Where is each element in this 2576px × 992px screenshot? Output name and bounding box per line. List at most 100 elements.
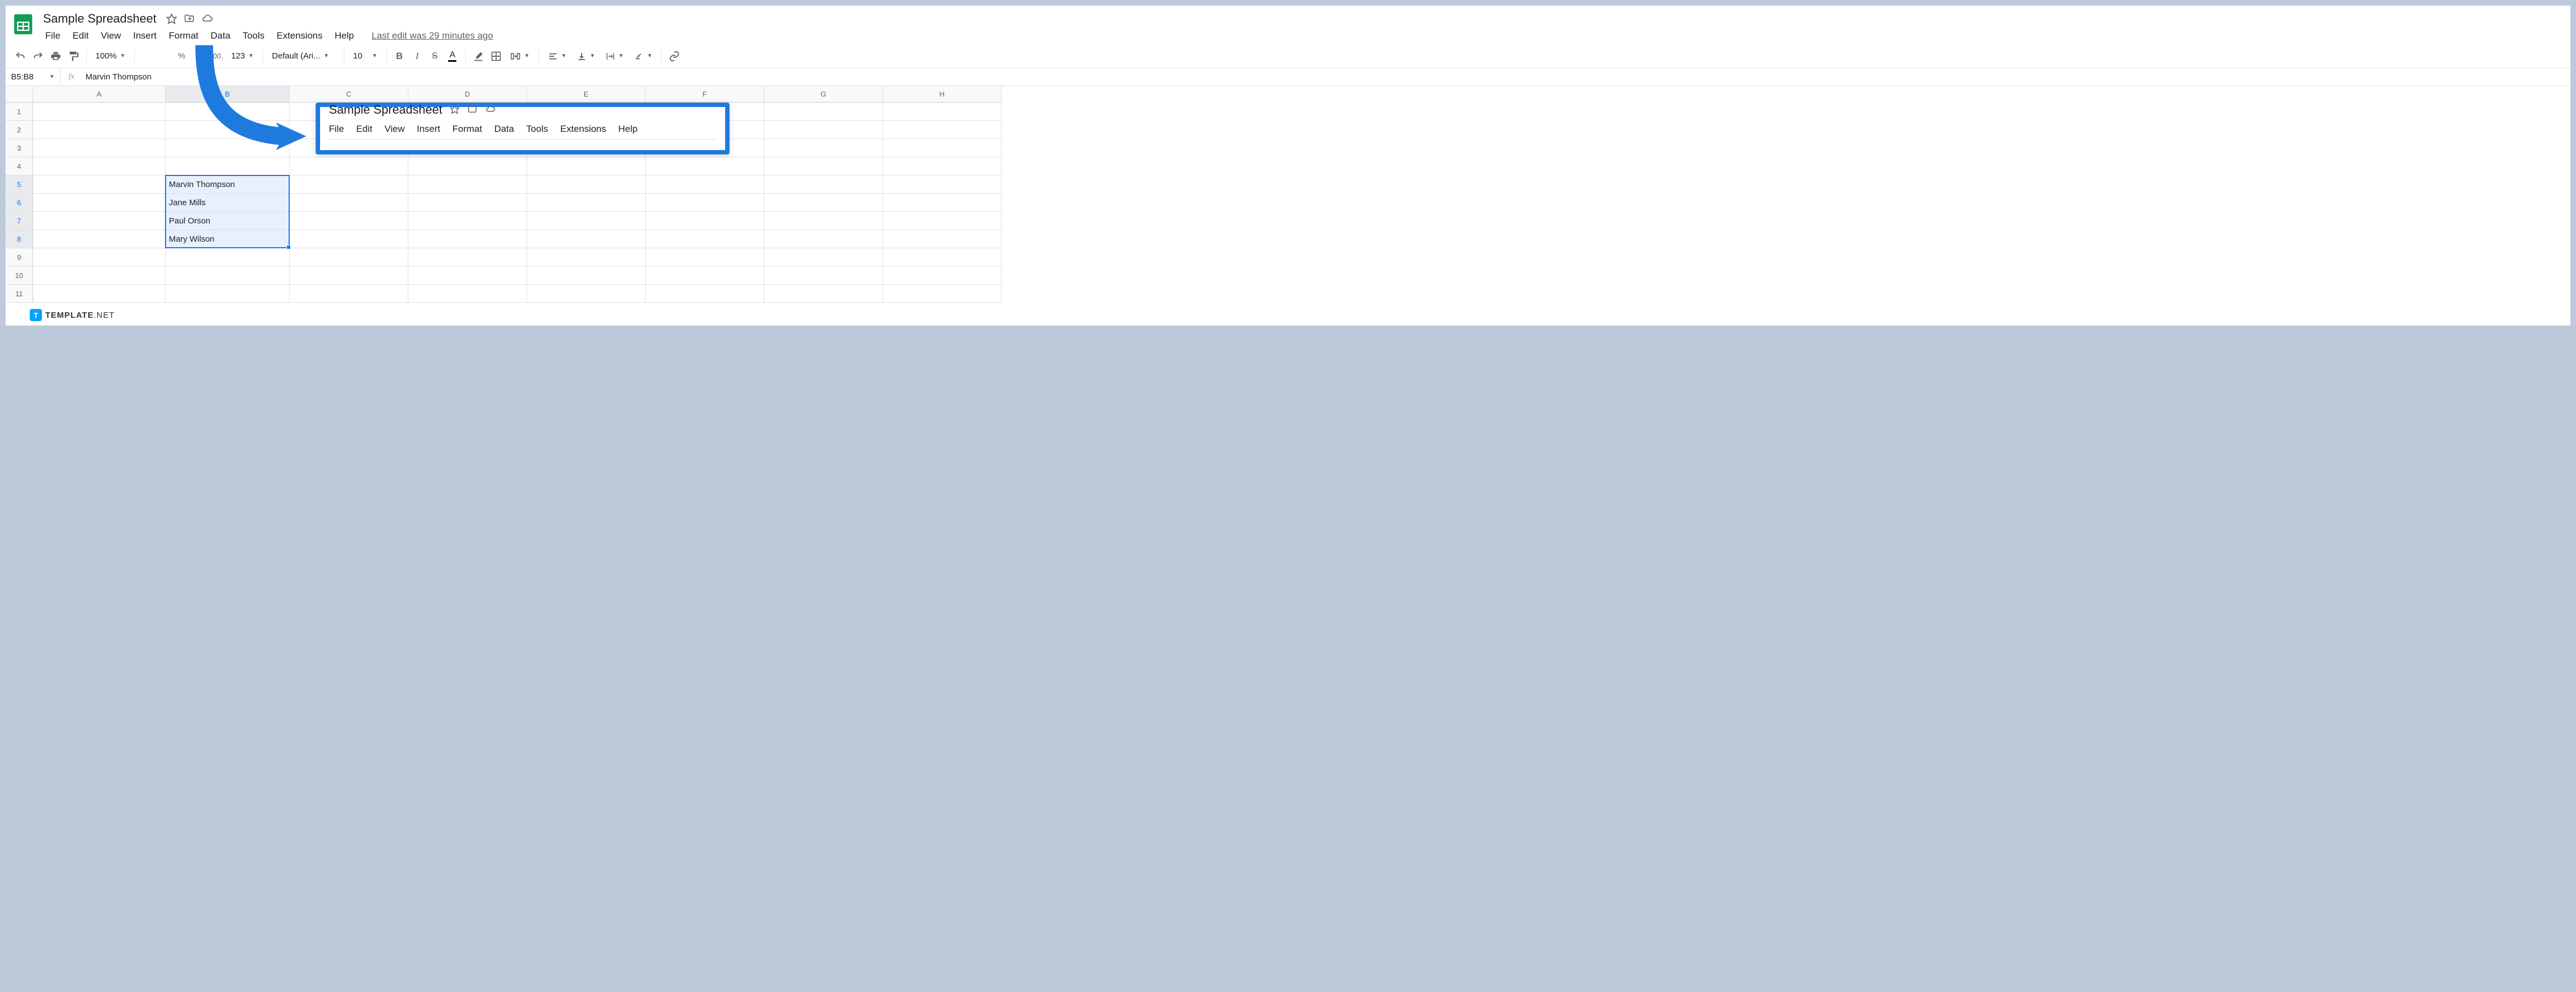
cell[interactable]: [883, 285, 1002, 303]
menu-help[interactable]: Help: [329, 28, 359, 44]
bold-button[interactable]: B: [391, 48, 408, 65]
cell[interactable]: [33, 157, 166, 175]
col-header-c[interactable]: C: [290, 86, 408, 103]
strikethrough-button[interactable]: S: [427, 48, 443, 65]
cell[interactable]: [646, 266, 764, 285]
increase-decimal-button[interactable]: .00↑: [209, 48, 226, 65]
col-header-b[interactable]: B: [166, 86, 290, 103]
menu-extensions[interactable]: Extensions: [271, 28, 328, 44]
percent-format-button[interactable]: %: [173, 48, 190, 65]
cell[interactable]: [764, 194, 883, 212]
undo-icon[interactable]: [12, 48, 29, 65]
font-dropdown[interactable]: Default (Ari...▼: [268, 51, 339, 61]
cell[interactable]: [408, 266, 527, 285]
cell[interactable]: [764, 175, 883, 194]
cell[interactable]: [883, 212, 1002, 230]
paint-format-icon[interactable]: [65, 48, 82, 65]
cell[interactable]: [33, 103, 166, 121]
cell[interactable]: [646, 248, 764, 266]
cell[interactable]: [290, 230, 408, 248]
cell-b7[interactable]: Paul Orson: [166, 212, 290, 230]
borders-button[interactable]: [488, 48, 504, 65]
cell[interactable]: [883, 103, 1002, 121]
row-header[interactable]: 8: [6, 230, 33, 248]
cell[interactable]: [290, 175, 408, 194]
menu-data[interactable]: Data: [205, 28, 236, 44]
zoom-dropdown[interactable]: 100%▼: [91, 51, 130, 61]
col-header-g[interactable]: G: [764, 86, 883, 103]
cell[interactable]: [646, 285, 764, 303]
cell[interactable]: [764, 157, 883, 175]
cell[interactable]: [883, 139, 1002, 157]
cell[interactable]: [883, 248, 1002, 266]
wrap-dropdown[interactable]: ▼: [601, 51, 629, 61]
halign-dropdown[interactable]: ▼: [544, 51, 571, 61]
cell[interactable]: [33, 175, 166, 194]
text-color-button[interactable]: A: [444, 48, 461, 65]
menu-edit[interactable]: Edit: [67, 28, 94, 44]
cell[interactable]: [408, 248, 527, 266]
last-edit-link[interactable]: Last edit was 29 minutes ago: [371, 30, 493, 41]
cell[interactable]: [408, 230, 527, 248]
cell-b6[interactable]: Jane Mills: [166, 194, 290, 212]
row-header[interactable]: 11: [6, 285, 33, 303]
fill-color-button[interactable]: [470, 48, 487, 65]
sheets-logo-icon[interactable]: [12, 13, 34, 35]
row-header[interactable]: 4: [6, 157, 33, 175]
cell[interactable]: [527, 157, 646, 175]
row-header[interactable]: 6: [6, 194, 33, 212]
name-box[interactable]: B5:B8▼: [6, 68, 61, 86]
col-header-h[interactable]: H: [883, 86, 1002, 103]
menu-file[interactable]: File: [40, 28, 66, 44]
cell[interactable]: [166, 266, 290, 285]
cell[interactable]: [290, 248, 408, 266]
col-header-a[interactable]: A: [33, 86, 166, 103]
cell[interactable]: [527, 230, 646, 248]
cell[interactable]: [883, 175, 1002, 194]
col-header-d[interactable]: D: [408, 86, 527, 103]
cell[interactable]: [646, 212, 764, 230]
cell[interactable]: [166, 121, 290, 139]
cloud-icon[interactable]: [201, 13, 214, 24]
cell[interactable]: [33, 212, 166, 230]
cell[interactable]: [408, 212, 527, 230]
cell[interactable]: [408, 194, 527, 212]
cell[interactable]: [883, 266, 1002, 285]
cell[interactable]: [166, 285, 290, 303]
row-header[interactable]: 5: [6, 175, 33, 194]
cell[interactable]: [290, 212, 408, 230]
cell[interactable]: [33, 266, 166, 285]
cell[interactable]: [290, 157, 408, 175]
cell[interactable]: [527, 175, 646, 194]
cell[interactable]: [527, 212, 646, 230]
cell[interactable]: [33, 139, 166, 157]
cell[interactable]: [290, 285, 408, 303]
decrease-decimal-button[interactable]: .0↓: [191, 48, 207, 65]
font-size-dropdown[interactable]: 10▼: [349, 51, 382, 61]
cell[interactable]: [290, 194, 408, 212]
cell[interactable]: [408, 175, 527, 194]
cell[interactable]: [883, 194, 1002, 212]
cell[interactable]: [646, 194, 764, 212]
link-icon[interactable]: [666, 48, 683, 65]
cell[interactable]: [764, 212, 883, 230]
valign-dropdown[interactable]: ▼: [572, 51, 600, 61]
cell[interactable]: [883, 157, 1002, 175]
cell[interactable]: [33, 285, 166, 303]
cell[interactable]: [527, 194, 646, 212]
print-icon[interactable]: [47, 48, 64, 65]
document-title[interactable]: Sample Spreadsheet: [40, 10, 159, 27]
rotate-dropdown[interactable]: A▼: [629, 51, 657, 61]
cell[interactable]: [883, 121, 1002, 139]
col-header-f[interactable]: F: [646, 86, 764, 103]
menu-tools[interactable]: Tools: [237, 28, 270, 44]
menu-format[interactable]: Format: [163, 28, 204, 44]
menu-insert[interactable]: Insert: [127, 28, 162, 44]
cell[interactable]: [764, 266, 883, 285]
cell[interactable]: [764, 248, 883, 266]
cell[interactable]: [764, 139, 883, 157]
cell[interactable]: [764, 285, 883, 303]
cell[interactable]: [33, 194, 166, 212]
cell[interactable]: [33, 121, 166, 139]
col-header-e[interactable]: E: [527, 86, 646, 103]
